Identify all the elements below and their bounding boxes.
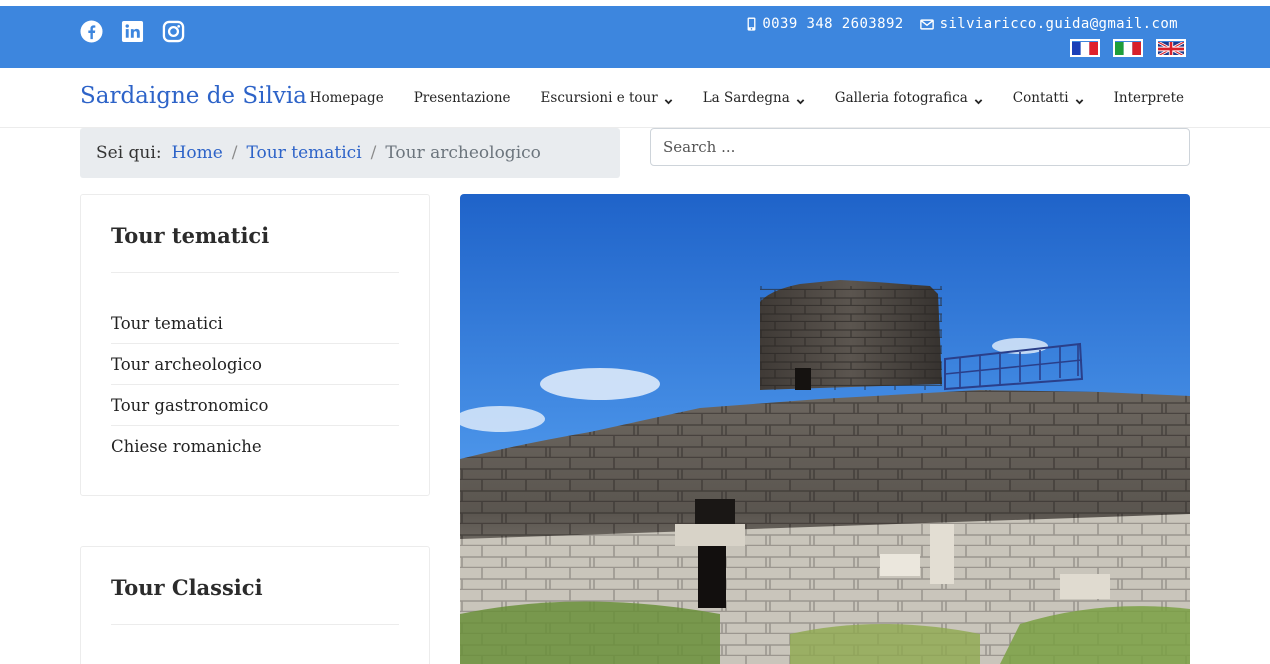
breadcrumb-current: Tour archeologico [385,143,541,163]
site-brand[interactable]: Sardaigne de Silvia [80,83,307,109]
envelope-icon [919,18,934,30]
contact-info: 0039 348 2603892 silviaricco.guida@gmail… [747,16,1178,32]
nav-item-label: Contatti [1012,90,1069,106]
divider [111,272,399,273]
breadcrumb-separator: / [370,143,377,163]
breadcrumb: Sei qui: Home / Tour tematici / Tour arc… [80,128,620,178]
nav-item-presentazione[interactable]: Presentazione [414,90,511,106]
breadcrumb-link-home[interactable]: Home [172,143,223,163]
nav-item-la-sardegna[interactable]: La Sardegna [703,90,805,106]
sidebar-card-title: Tour tematici [111,223,270,248]
breadcrumb-link-tour-tematici[interactable]: Tour tematici [247,143,362,163]
search-input[interactable] [650,128,1190,166]
social-links [80,20,185,43]
main-navbar: Sardaigne de Silvia Homepage Presentazio… [0,68,1270,128]
nav-item-label: Escursioni e tour [540,90,658,106]
breadcrumb-label: Sei qui: [96,143,162,163]
instagram-icon[interactable] [162,20,185,43]
nav-item-label: La Sardegna [702,90,790,106]
facebook-icon[interactable] [80,20,103,43]
sidebar-menu: Tour tematici Tour archeologico Tour gas… [111,303,399,466]
chevron-down-icon [664,94,673,104]
linkedin-icon[interactable] [121,20,144,43]
nav-item-interprete[interactable]: Interprete [1114,90,1184,106]
top-bar: 0039 348 2603892 silviaricco.guida@gmail… [0,6,1270,68]
sidebar-item-tour-archeologico[interactable]: Tour archeologico [111,343,399,384]
sidebar-card-tour-tematici: Tour tematici Tour tematici Tour archeol… [80,194,430,496]
sidebar-item-tour-gastronomico[interactable]: Tour gastronomico [111,384,399,425]
main-menu: Homepage Presentazione Escursioni e tour… [310,90,1184,106]
nav-item-label: Galleria fotografica [834,90,968,106]
language-flags [1070,39,1186,57]
sidebar-card-title: Tour Classici [111,575,263,600]
chevron-down-icon [1075,94,1084,104]
nav-item-contatti[interactable]: Contatti [1013,90,1084,106]
sidebar-item-tour-tematici[interactable]: Tour tematici [111,303,399,343]
hero-image-nuraghe [460,194,1190,664]
sidebar-item-chiese-romaniche[interactable]: Chiese romaniche [111,425,399,466]
phone-number[interactable]: 0039 348 2603892 [762,16,903,32]
nav-item-label: Homepage [309,90,384,106]
nav-item-label: Interprete [1113,90,1184,106]
nav-item-homepage[interactable]: Homepage [310,90,384,106]
flag-italy-icon[interactable] [1113,39,1143,57]
chevron-down-icon [796,94,805,104]
breadcrumb-separator: / [231,143,238,163]
email-address[interactable]: silviaricco.guida@gmail.com [940,16,1178,32]
nav-item-label: Presentazione [413,90,511,106]
sidebar-card-tour-classici: Tour Classici [80,546,430,664]
nav-item-escursioni-e-tour[interactable]: Escursioni e tour [541,90,673,106]
nav-item-galleria-fotografica[interactable]: Galleria fotografica [835,90,983,106]
divider [111,624,399,625]
flag-france-icon[interactable] [1070,39,1100,57]
mobile-phone-icon [747,17,756,31]
chevron-down-icon [974,94,983,104]
flag-uk-icon[interactable] [1156,39,1186,57]
